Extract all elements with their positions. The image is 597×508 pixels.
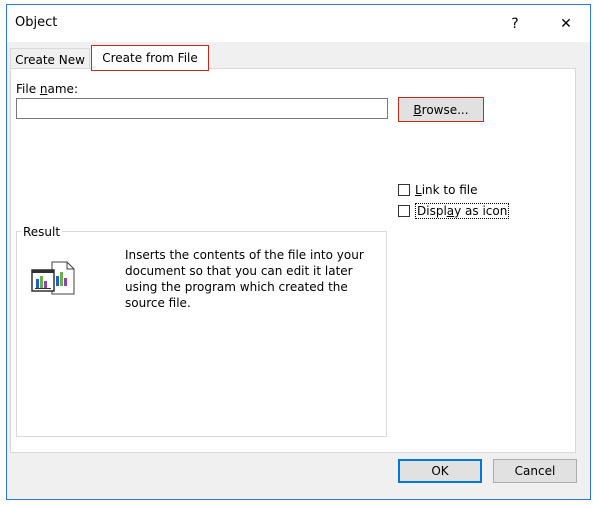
- display-as-icon-label: Display as icon: [415, 203, 510, 219]
- window-title: Object: [15, 15, 58, 30]
- link-to-file-checkbox[interactable]: Link to file: [398, 183, 478, 197]
- result-legend: Result: [21, 225, 63, 239]
- browse-button[interactable]: Browse...: [398, 97, 484, 122]
- tab-create-from-file[interactable]: Create from File: [91, 45, 209, 71]
- display-as-icon-checkbox[interactable]: Display as icon: [398, 203, 510, 219]
- cancel-button[interactable]: Cancel: [493, 459, 577, 483]
- ok-button[interactable]: OK: [398, 459, 482, 483]
- browse-button-label: Browse...: [413, 102, 469, 117]
- help-button[interactable]: ?: [493, 5, 537, 42]
- ok-button-label: OK: [431, 464, 449, 478]
- tab-create-new-label: Create New: [15, 53, 85, 67]
- display-as-icon-box[interactable]: [398, 205, 410, 217]
- result-description: Inserts the contents of the file into yo…: [125, 248, 364, 310]
- cancel-button-label: Cancel: [514, 464, 556, 478]
- title-bar: Object ? ✕: [7, 5, 590, 42]
- close-button[interactable]: ✕: [544, 5, 588, 42]
- file-name-label: File name:: [16, 82, 78, 96]
- tab-create-from-file-label: Create from File: [102, 51, 198, 65]
- link-to-file-label: Link to file: [415, 183, 478, 197]
- embedded-document-icon: [30, 260, 76, 296]
- link-to-file-box[interactable]: [398, 184, 410, 196]
- file-name-input[interactable]: [16, 98, 388, 119]
